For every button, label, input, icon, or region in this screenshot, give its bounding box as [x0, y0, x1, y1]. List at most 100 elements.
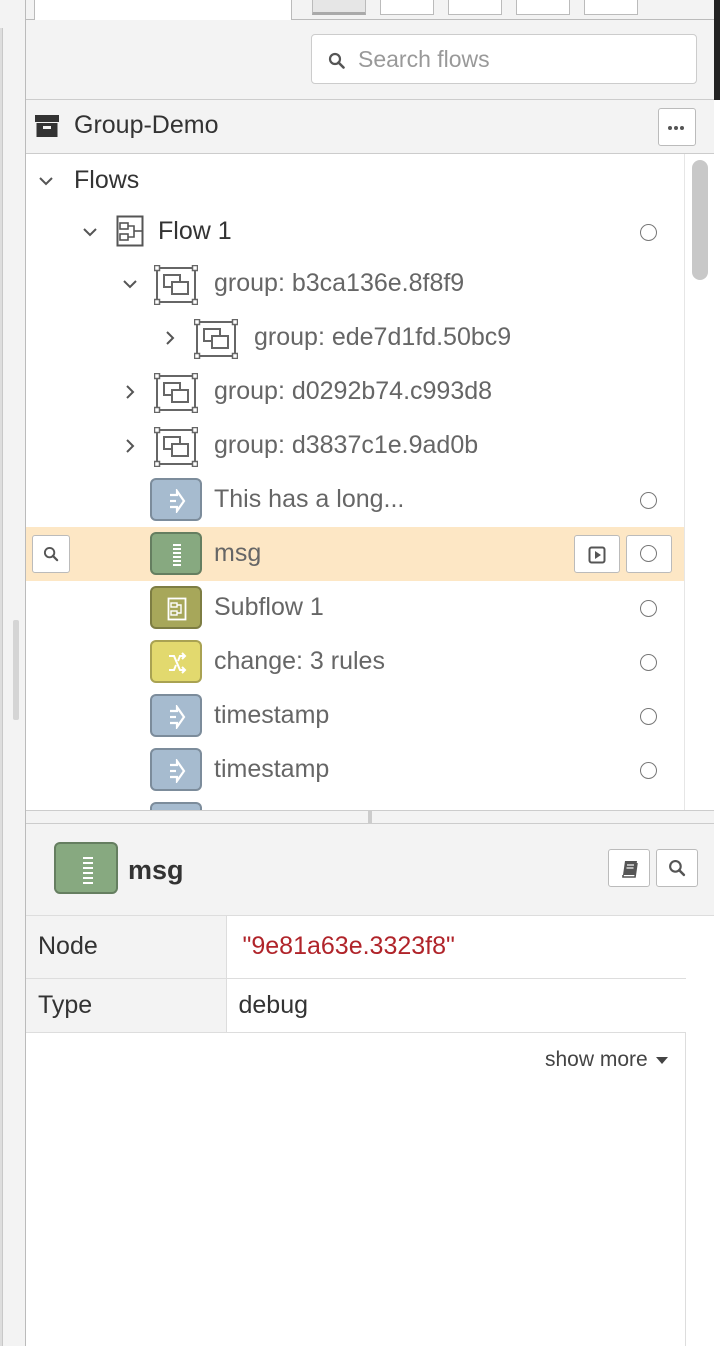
project-title: Group-Demo	[74, 111, 219, 139]
tree-row-flows[interactable]: Flows	[26, 154, 684, 208]
node-status-circle[interactable]	[640, 708, 657, 725]
inject-arrow-icon	[170, 489, 186, 513]
tab-button-4[interactable]	[516, 0, 570, 15]
tree-row-node-selected[interactable]: msg	[26, 527, 684, 581]
info-value-type: debug	[226, 978, 686, 1033]
debug-node-icon	[54, 842, 118, 894]
tab-strip	[26, 0, 714, 21]
book-icon	[622, 861, 638, 878]
node-status-circle[interactable]	[640, 600, 657, 617]
inject-node-icon	[150, 478, 202, 521]
scrollbar-thumb[interactable]	[692, 160, 708, 280]
flow-tree: Flows Flow 1 group: b3ca136e.8f8f9 group…	[26, 154, 684, 810]
tree-row-node-partial[interactable]	[26, 797, 684, 810]
chevron-right-icon[interactable]	[160, 328, 180, 348]
left-edge-border	[0, 28, 3, 1346]
node-label: timestamp	[214, 701, 330, 729]
debug-list-icon	[173, 544, 181, 566]
info-title: msg	[128, 855, 184, 885]
info-border	[685, 1032, 686, 1346]
node-label: Subflow 1	[214, 593, 324, 621]
tree-row-group[interactable]: group: d3837c1e.9ad0b	[26, 419, 684, 473]
subflow-icon	[167, 597, 187, 621]
group-label: group: b3ca136e.8f8f9	[214, 269, 465, 297]
node-status-circle[interactable]	[640, 654, 657, 671]
debug-node-icon	[150, 532, 202, 575]
tree-row-node[interactable]: Subflow 1	[26, 581, 684, 635]
help-book-button[interactable]	[608, 849, 650, 887]
panel-splitter[interactable]	[26, 810, 714, 824]
tree-row-flow[interactable]: Flow 1	[26, 205, 684, 259]
shuffle-icon	[169, 652, 187, 674]
show-more-toggle[interactable]: show more	[545, 1048, 668, 1072]
group-icon	[154, 373, 198, 413]
right-edge	[714, 0, 720, 1346]
node-label: msg	[214, 539, 262, 567]
chevron-right-icon[interactable]	[120, 436, 140, 456]
node-status-circle[interactable]	[640, 224, 657, 241]
search-icon	[669, 860, 686, 877]
info-header: msg	[26, 824, 714, 916]
tree-row-group[interactable]: group: ede7d1fd.50bc9	[26, 311, 684, 365]
left-resize-handle[interactable]	[13, 620, 19, 720]
flows-label: Flows	[74, 166, 140, 194]
info-value-node-id: "9e81a63e.3323f8"	[226, 916, 686, 979]
node-enable-button[interactable]	[626, 535, 672, 573]
chevron-down-icon[interactable]	[36, 171, 56, 191]
archive-box-icon	[35, 115, 59, 137]
search-bar	[26, 20, 714, 100]
play-box-icon	[588, 546, 606, 564]
change-node-icon	[150, 640, 202, 683]
info-table: Node "9e81a63e.3323f8" Type debug	[26, 916, 686, 1033]
node-status-circle[interactable]	[640, 762, 657, 779]
search-icon	[43, 546, 59, 562]
tab-button-3[interactable]	[448, 0, 502, 15]
info-row-node: Node "9e81a63e.3323f8"	[26, 916, 686, 979]
reveal-node-button[interactable]	[656, 849, 698, 887]
ellipsis-icon	[668, 126, 672, 130]
caret-down-icon	[655, 1056, 668, 1064]
tree-scrollbar[interactable]	[684, 154, 714, 810]
tree-row-group[interactable]: group: d0292b74.c993d8	[26, 365, 684, 419]
group-label: group: d0292b74.c993d8	[214, 377, 493, 405]
group-label: group: ede7d1fd.50bc9	[254, 323, 512, 351]
group-icon	[154, 265, 198, 305]
chevron-right-icon[interactable]	[120, 382, 140, 402]
info-row-type: Type debug	[26, 978, 686, 1033]
tree-row-node[interactable]: timestamp	[26, 743, 684, 797]
inject-node-icon	[150, 802, 202, 810]
inject-node-icon	[150, 694, 202, 737]
tree-row-node[interactable]: timestamp	[26, 689, 684, 743]
chevron-down-icon[interactable]	[80, 222, 100, 242]
group-icon	[154, 427, 198, 467]
search-box[interactable]	[311, 34, 697, 84]
debug-list-icon	[83, 857, 93, 884]
splitter-grip[interactable]	[368, 811, 372, 823]
outline-panel: Group-Demo Flows Flow 1	[26, 0, 714, 1346]
group-label: group: d3837c1e.9ad0b	[214, 431, 479, 459]
node-label: This has a long...	[214, 485, 405, 513]
search-icon	[328, 52, 345, 69]
tree-row-node[interactable]: This has a long...	[26, 473, 684, 527]
tree-row-node[interactable]: change: 3 rules	[26, 635, 684, 689]
tab-button-5[interactable]	[584, 0, 638, 15]
node-label: change: 3 rules	[214, 647, 385, 675]
show-more-label: show more	[545, 1048, 648, 1071]
node-status-circle[interactable]	[640, 492, 657, 509]
debug-toggle-button[interactable]	[574, 535, 620, 573]
inject-arrow-icon	[170, 759, 186, 783]
flow-label: Flow 1	[158, 217, 232, 245]
search-input[interactable]	[356, 43, 676, 75]
tab-button-2[interactable]	[380, 0, 434, 15]
tab-button-outline[interactable]	[312, 0, 366, 15]
inject-node-icon	[150, 748, 202, 791]
project-header: Group-Demo	[26, 100, 714, 154]
tree-row-group[interactable]: group: b3ca136e.8f8f9	[26, 257, 684, 311]
reveal-node-button[interactable]	[32, 535, 70, 573]
left-edge	[0, 0, 26, 1346]
info-key: Node	[26, 916, 227, 979]
chevron-down-icon[interactable]	[120, 274, 140, 294]
tab-active-sidebar[interactable]	[34, 0, 292, 21]
inject-arrow-icon	[170, 705, 186, 729]
project-menu-button[interactable]	[658, 108, 696, 146]
